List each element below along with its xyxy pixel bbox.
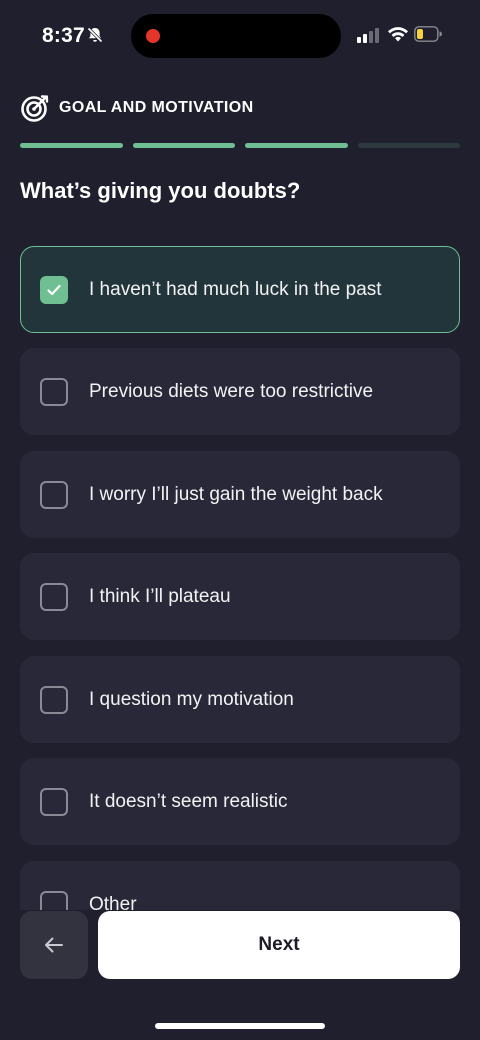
checkbox[interactable] — [40, 890, 68, 910]
option-item[interactable]: I think I’ll plateau — [20, 553, 460, 640]
next-button[interactable]: Next — [98, 911, 460, 979]
option-item[interactable]: I worry I’ll just gain the weight back — [20, 451, 460, 538]
option-label: I think I’ll plateau — [89, 585, 231, 607]
checkbox[interactable] — [40, 480, 68, 509]
home-indicator — [155, 1023, 325, 1029]
checkbox[interactable] — [40, 377, 68, 406]
option-item[interactable]: Other — [20, 861, 460, 910]
option-label: It doesn’t seem realistic — [89, 790, 288, 812]
option-label: I worry I’ll just gain the weight back — [89, 483, 383, 505]
progress-segment — [20, 143, 123, 148]
checkbox[interactable] — [40, 582, 68, 611]
dynamic-island — [131, 14, 341, 58]
section-header: GOAL AND MOTIVATION — [20, 93, 254, 123]
options-list: I haven’t had much luck in the past Prev… — [20, 246, 460, 910]
status-time: 8:37 — [42, 24, 85, 47]
option-item[interactable]: Previous diets were too restrictive — [20, 348, 460, 435]
signal-icon — [357, 28, 379, 43]
option-label: Other — [89, 893, 137, 911]
section-title: GOAL AND MOTIVATION — [59, 99, 254, 116]
wifi-icon — [388, 27, 408, 42]
target-icon — [21, 95, 49, 122]
option-label: Previous diets were too restrictive — [89, 380, 374, 402]
status-bar: 8:37 — [0, 0, 480, 72]
checkbox[interactable] — [40, 787, 68, 816]
checkbox[interactable] — [40, 685, 68, 714]
option-item[interactable]: I haven’t had much luck in the past — [20, 246, 460, 333]
arrow-left-icon — [45, 937, 63, 953]
option-item[interactable]: It doesn’t seem realistic — [20, 758, 460, 845]
option-label: I question my motivation — [89, 688, 294, 710]
checkbox[interactable] — [40, 275, 68, 304]
checkmark-icon — [47, 284, 61, 295]
option-label: I haven’t had much luck in the past — [89, 278, 382, 300]
recording-indicator — [146, 29, 160, 43]
progress-segment — [357, 143, 460, 148]
progress-segment — [245, 143, 348, 148]
bell-slash-icon — [87, 27, 103, 43]
progress-segment — [132, 143, 235, 148]
option-item[interactable]: I question my motivation — [20, 656, 460, 743]
question-title: What’s giving you doubts? — [20, 178, 301, 203]
progress-bar — [20, 143, 460, 148]
back-button[interactable] — [20, 911, 88, 979]
battery-low-icon — [414, 26, 442, 42]
